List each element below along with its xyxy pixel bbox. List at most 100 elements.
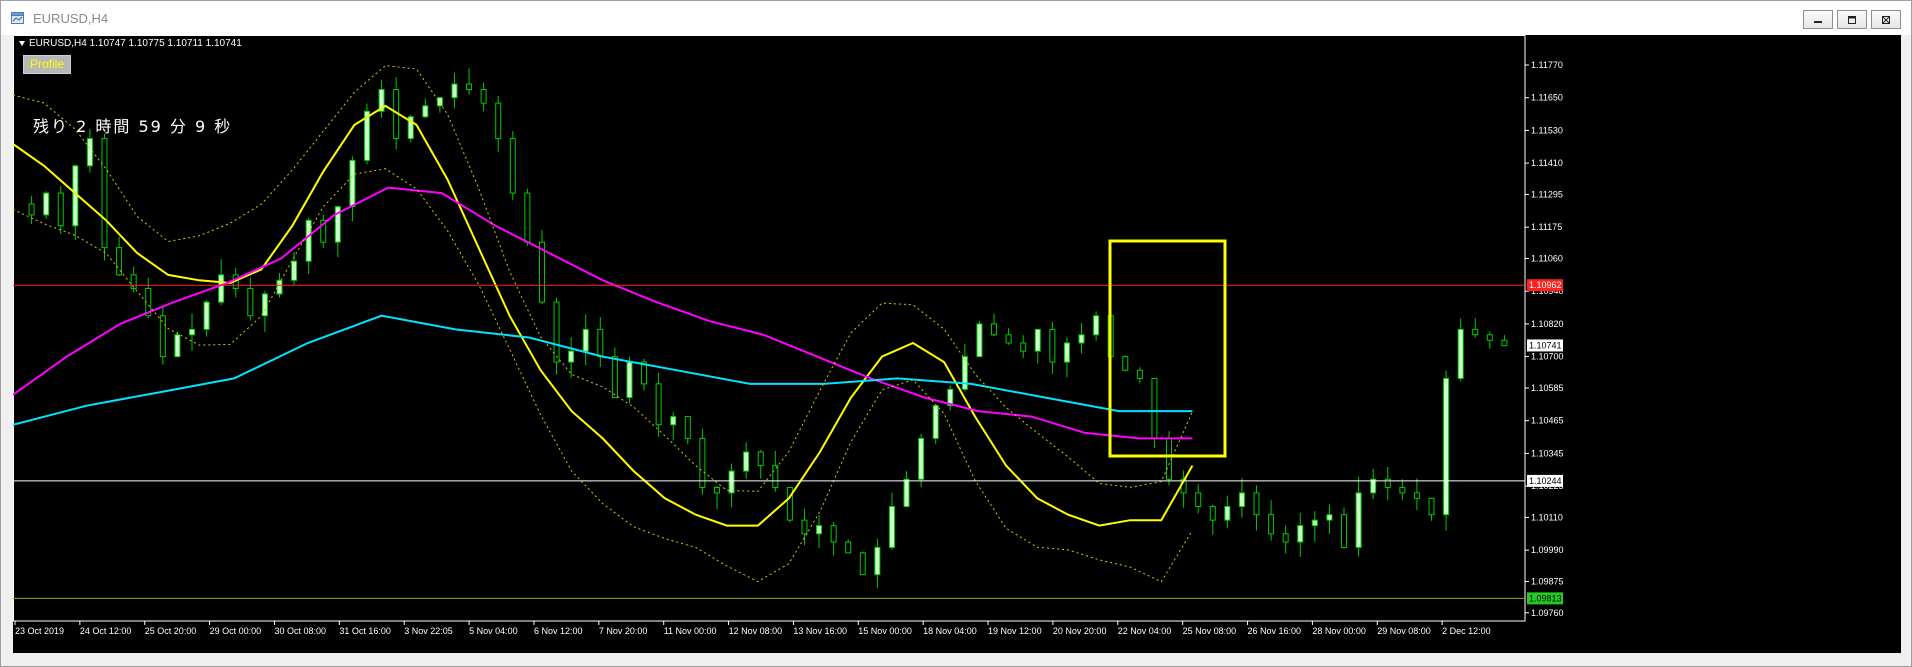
candle-body [1282,533,1289,543]
candle-body [1443,377,1450,516]
candle-body [247,287,254,317]
candle-body [101,138,108,249]
candle-body [1034,328,1041,352]
y-tick-label: 1.09990 [1531,545,1564,555]
close-button[interactable] [1871,10,1901,29]
candle-body [1238,492,1245,508]
candle-body [757,451,764,467]
candle-body [203,301,210,330]
x-tick-label: 3 Nov 22:05 [404,626,453,636]
candle-body [1063,342,1070,363]
candle-body [1122,356,1129,371]
candle-body [57,192,64,227]
candle-body [918,437,925,480]
candle-body [670,416,677,426]
x-tick-label: 19 Nov 12:00 [988,626,1042,636]
chart-canvas[interactable]: 1.11770 1.11650 1.11530 1.11410 1.11295 1.111… [13,35,1901,653]
candle-body [1268,514,1275,535]
candle-body [816,525,823,535]
candle-body [1486,334,1493,341]
candle-body [1078,334,1085,344]
x-tick-label: 22 Nov 04:00 [1118,626,1172,636]
candle-body [159,315,166,358]
y-tick-label: 1.09760 [1531,608,1564,618]
x-tick-label: 29 Nov 08:00 [1377,626,1431,636]
terminal-window: EURUSD,H4 1.11770 1.11650 1.11530 1.11410 1.… [0,0,1912,667]
candle-body [568,350,575,363]
candle-body [291,260,298,281]
x-tick-label: 23 Oct 2019 [15,626,64,636]
price-chart[interactable]: 1.11770 1.11650 1.11530 1.11410 1.11295 1.111… [13,35,1901,653]
title-bar: EURUSD,H4 [1,1,1911,35]
chart-window-icon [11,12,24,24]
restore-button[interactable] [1837,10,1867,29]
candle-body [1355,492,1362,548]
candle-body [1472,328,1479,336]
x-tick-label: 31 Oct 16:00 [339,626,391,636]
y-tick-label: 1.11175 [1531,222,1562,232]
candle-body [1049,328,1056,363]
candle-body [611,356,618,399]
y-tick-label: 1.11530 [1531,125,1563,135]
candle-body [786,486,793,521]
candle-body [626,361,633,399]
profile-button[interactable]: Profile [23,55,72,74]
x-tick-label: 6 Nov 12:00 [534,626,583,636]
dropdown-triangle-icon[interactable] [19,41,25,46]
candle-body [1297,525,1304,543]
candle-body [422,105,429,118]
y-tick-label: 1.09875 [1531,576,1564,586]
candle-body [1326,514,1333,521]
candle-body [1311,519,1318,527]
y-tick-label: 1.10345 [1531,448,1564,458]
candle-body [1151,377,1158,439]
x-tick-label: 5 Nov 04:00 [469,626,518,636]
x-tick-label: 28 Nov 00:00 [1312,626,1366,636]
y-tick-label: 1.11650 [1531,93,1563,103]
x-tick-label: 26 Nov 16:00 [1248,626,1302,636]
candle-body [495,102,502,140]
price-label-red: 1.10962 [1529,280,1562,290]
symbol-info-text: EURUSD,H4 1.10747 1.10775 1.10711 1.1074… [29,38,242,49]
candle-body [1428,497,1435,516]
x-tick-label: 18 Nov 04:00 [923,626,977,636]
bar-countdown: 残り 2 時間 59 分 9 秒 [33,117,233,136]
x-tick-label: 29 Oct 00:00 [210,626,262,636]
candle-body [218,274,225,303]
candle-body [451,83,458,99]
candle-body [305,219,312,262]
candle-body [699,437,706,488]
candle-body [1166,437,1173,480]
candle-body [1093,315,1100,336]
ma-line-ma-fast [13,104,1194,527]
candle-body [1457,328,1464,379]
candle-body [991,323,998,336]
highlight-box[interactable] [1108,239,1227,458]
bollinger-lower [13,168,1193,583]
candle-body [1005,334,1012,344]
candle-body [509,138,516,194]
candle-body [830,525,837,543]
y-tick-label: 1.11295 [1531,189,1563,199]
candle-body [436,97,443,107]
candle-body [43,192,50,216]
window-title: EURUSD,H4 [33,11,109,26]
candle-body [553,301,560,363]
candle-body [1399,486,1406,494]
y-tick-label: 1.11770 [1531,60,1563,70]
x-tick-label: 24 Oct 12:00 [80,626,132,636]
candle-body [801,519,808,535]
x-tick-label: 15 Nov 00:00 [858,626,912,636]
candle-body [86,138,93,167]
candle-body [684,416,691,439]
x-tick-label: 25 Nov 08:00 [1183,626,1237,636]
candle-body [932,405,939,439]
symbol-info: EURUSD,H4 1.10747 1.10775 1.10711 1.1074… [19,38,242,49]
ma-line-ma-mid [13,186,1193,440]
candle-body [1501,339,1508,347]
x-tick-label: 11 Nov 00:00 [664,626,717,636]
minimize-button[interactable] [1803,10,1833,29]
candle-body [655,383,662,426]
candle-body [597,328,604,358]
candle-body [888,506,895,548]
